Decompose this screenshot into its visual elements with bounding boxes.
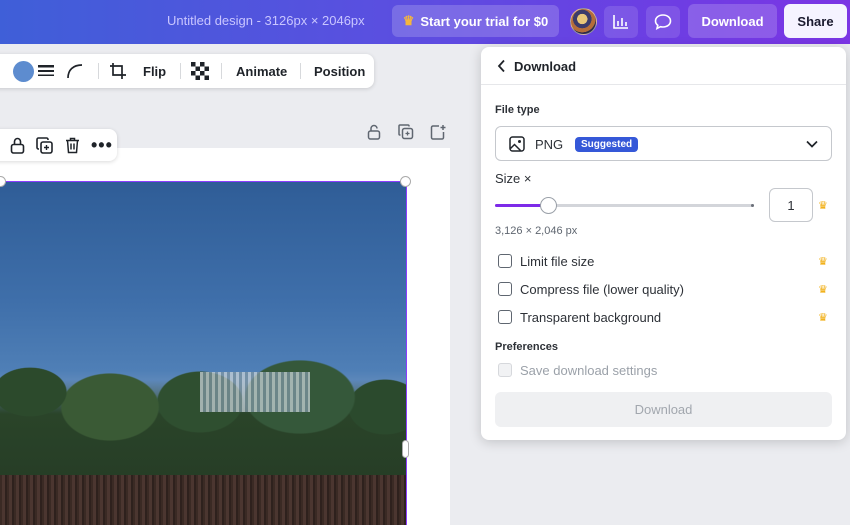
flip-button[interactable]: Flip bbox=[143, 54, 166, 88]
limit-file-size-option[interactable]: Limit file size bbox=[498, 253, 594, 269]
animate-button[interactable]: Animate bbox=[236, 54, 287, 88]
lock-icon bbox=[10, 137, 25, 154]
output-dimensions: 3,126 × 2,046 px bbox=[495, 225, 578, 237]
lock-element-button[interactable] bbox=[10, 129, 25, 161]
fill-color-swatch[interactable] bbox=[13, 61, 34, 82]
size-slider-end-marker bbox=[751, 204, 754, 207]
transparency-icon bbox=[191, 62, 209, 80]
toolbar-divider bbox=[180, 63, 181, 79]
preferences-label: Preferences bbox=[495, 341, 558, 353]
crown-icon: ♛ bbox=[402, 13, 415, 28]
compress-file-option[interactable]: Compress file (lower quality) bbox=[498, 281, 684, 297]
option-label: Transparent background bbox=[520, 309, 662, 325]
premium-crown-icon: ♛ bbox=[818, 312, 828, 324]
duplicate-icon bbox=[398, 124, 414, 140]
premium-crown-icon: ♛ bbox=[818, 284, 828, 296]
start-trial-button[interactable]: ♛ Start your trial for $0 bbox=[392, 5, 559, 37]
design-title[interactable]: Untitled design - 3126px × 2046px bbox=[167, 13, 365, 28]
option-label: Save download settings bbox=[520, 362, 658, 378]
toolbar-divider bbox=[98, 63, 99, 79]
download-panel: Download File type PNG Suggested Size × … bbox=[481, 47, 846, 440]
chevron-down-icon bbox=[806, 140, 818, 148]
download-panel-header: Download bbox=[481, 47, 846, 85]
trash-icon bbox=[66, 137, 79, 153]
resize-handle-top-right[interactable] bbox=[400, 176, 411, 187]
duplicate-element-button[interactable] bbox=[36, 129, 53, 161]
crop-button[interactable] bbox=[109, 54, 127, 88]
option-label: Compress file (lower quality) bbox=[520, 281, 684, 297]
file-type-label: File type bbox=[495, 104, 540, 116]
line-weight-icon bbox=[38, 65, 54, 76]
save-download-settings-option: Save download settings bbox=[498, 362, 657, 378]
transparency-button[interactable] bbox=[191, 54, 209, 88]
download-panel-title: Download bbox=[514, 59, 577, 74]
size-slider-track[interactable] bbox=[495, 204, 754, 207]
checkbox[interactable] bbox=[498, 282, 512, 296]
lock-icon bbox=[367, 124, 381, 140]
element-quick-actions: ••• bbox=[0, 129, 117, 161]
start-trial-label: Start your trial for $0 bbox=[420, 13, 549, 29]
editor-toolbar: Flip Animate Position bbox=[0, 54, 374, 88]
duplicate-icon bbox=[36, 136, 53, 154]
corner-rounding-button[interactable] bbox=[66, 54, 84, 88]
file-type-value: PNG bbox=[535, 137, 564, 152]
size-label: Size × bbox=[495, 171, 532, 186]
checkbox bbox=[498, 363, 512, 377]
transparent-background-option[interactable]: Transparent background bbox=[498, 309, 661, 325]
comments-button[interactable] bbox=[646, 6, 680, 38]
position-button[interactable]: Position bbox=[314, 54, 365, 88]
insights-button[interactable] bbox=[604, 6, 638, 38]
more-options-button[interactable]: ••• bbox=[91, 129, 113, 161]
file-type-select[interactable]: PNG Suggested bbox=[495, 126, 832, 161]
suggested-badge: Suggested bbox=[575, 137, 639, 152]
chevron-left-icon[interactable] bbox=[497, 59, 506, 73]
add-page-button[interactable] bbox=[428, 123, 448, 141]
comment-icon bbox=[654, 14, 672, 31]
premium-crown-icon: ♛ bbox=[818, 200, 828, 212]
line-weight-button[interactable] bbox=[37, 54, 55, 88]
resize-handle-right[interactable] bbox=[402, 440, 409, 458]
avatar[interactable] bbox=[570, 8, 597, 35]
crop-icon bbox=[110, 63, 126, 79]
toolbar-divider bbox=[300, 63, 301, 79]
selection-outline bbox=[0, 181, 407, 525]
add-page-icon bbox=[430, 125, 446, 140]
duplicate-page-button[interactable] bbox=[396, 123, 416, 141]
curve-icon bbox=[67, 64, 83, 79]
share-button[interactable]: Share bbox=[784, 4, 847, 38]
option-label: Limit file size bbox=[520, 253, 595, 269]
download-button[interactable]: Download bbox=[495, 392, 832, 427]
size-multiplier-input[interactable]: 1 bbox=[769, 188, 813, 222]
toolbar-divider bbox=[221, 63, 222, 79]
image-icon bbox=[509, 136, 525, 152]
lock-page-button[interactable] bbox=[364, 123, 384, 141]
checkbox[interactable] bbox=[498, 254, 512, 268]
top-bar: Untitled design - 3126px × 2046px ♛ Star… bbox=[0, 0, 850, 44]
size-slider-thumb[interactable] bbox=[540, 197, 557, 214]
checkbox[interactable] bbox=[498, 310, 512, 324]
bar-chart-icon bbox=[613, 15, 628, 29]
more-icon: ••• bbox=[91, 134, 113, 155]
delete-element-button[interactable] bbox=[65, 129, 80, 161]
header-download-button[interactable]: Download bbox=[688, 4, 777, 38]
premium-crown-icon: ♛ bbox=[818, 256, 828, 268]
